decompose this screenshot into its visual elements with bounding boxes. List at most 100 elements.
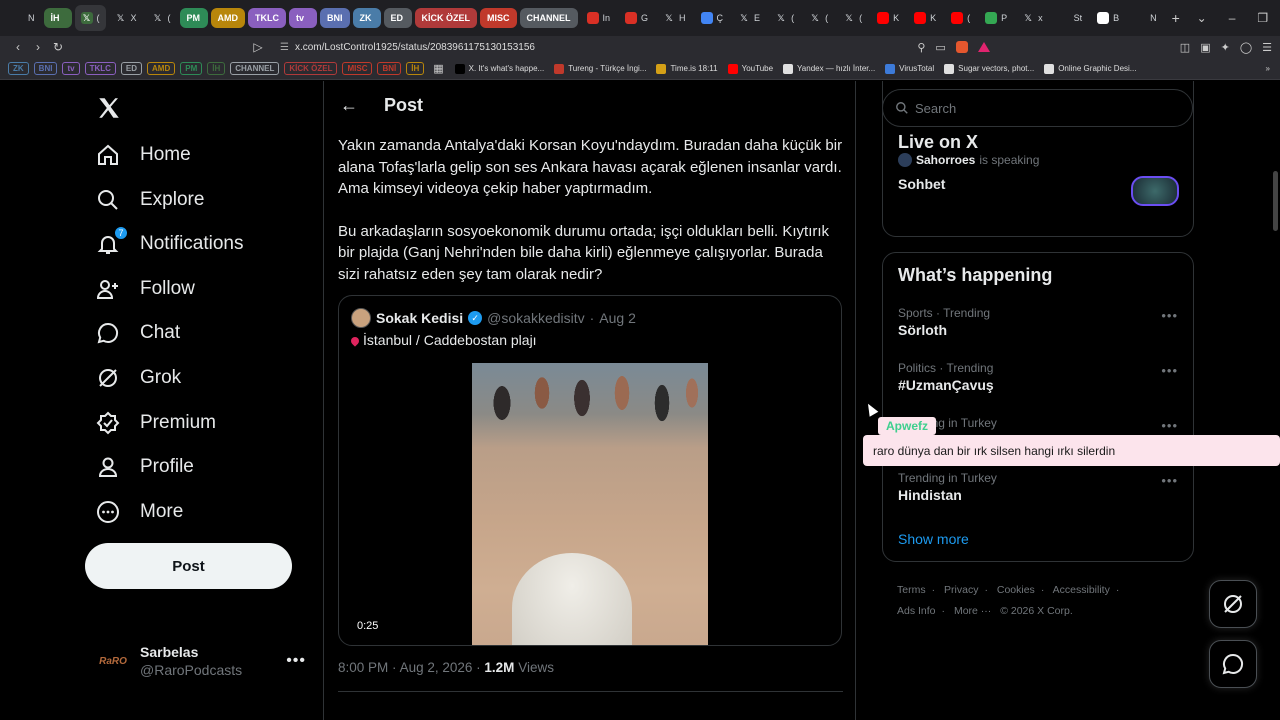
bookmark-group[interactable]: İH — [406, 62, 425, 75]
tab-group[interactable]: CHANNEL — [519, 8, 578, 28]
more-options-icon[interactable]: ••• — [286, 652, 306, 670]
footer-link-more[interactable]: More ··· — [954, 605, 991, 617]
browser-tab[interactable]: 𝕏E — [732, 5, 766, 31]
minimize-button[interactable]: – — [1229, 11, 1236, 25]
cast-icon[interactable]: ▭ — [935, 41, 945, 54]
new-tab-button[interactable]: + — [1166, 5, 1194, 31]
tab-group[interactable]: ED — [383, 8, 412, 28]
tab-group[interactable]: MISC — [480, 8, 517, 28]
bookmark-group[interactable]: MISC — [342, 62, 373, 75]
browser-tab[interactable]: P — [979, 5, 1013, 31]
nav-item-explore[interactable]: Explore — [96, 180, 204, 220]
vpn-icon[interactable]: ◯ — [1240, 41, 1252, 54]
bookmark-item[interactable]: VirusTotal — [885, 63, 934, 74]
nav-item-follow[interactable]: Follow — [96, 269, 195, 309]
tab-group[interactable]: tv — [289, 8, 318, 28]
post-time[interactable]: 8:00 PM — [338, 660, 388, 675]
bookmark-item[interactable]: Yandex — hızlı İnter... — [783, 63, 875, 74]
url-field[interactable]: x.com/LostControl1925/status/20839611751… — [295, 42, 535, 53]
trend-more-icon[interactable]: ••• — [1161, 308, 1178, 323]
tab-group[interactable]: PM — [179, 8, 208, 28]
post-date[interactable]: Aug 2, 2026 — [400, 660, 473, 675]
quoted-post-date[interactable]: Aug 2 — [599, 310, 636, 326]
zoom-icon[interactable]: ⚲ — [917, 41, 925, 54]
back-arrow-icon[interactable]: ← — [340, 95, 358, 116]
browser-tab[interactable]: K — [871, 5, 905, 31]
bookmark-group[interactable]: tv — [62, 62, 80, 75]
avatar[interactable] — [351, 308, 371, 328]
account-switcher[interactable]: RaRO Sarbelas @RaroPodcasts ••• — [96, 641, 306, 681]
back-icon[interactable]: ‹ — [8, 40, 28, 54]
bookmark-item[interactable]: Tureng - Türkçe İngi... — [554, 63, 646, 74]
nav-item-notifications[interactable]: 7 Notifications — [96, 224, 244, 264]
trend-more-icon[interactable]: ••• — [1161, 418, 1178, 433]
quoted-author-handle[interactable]: @sokakkedisitv — [487, 310, 584, 326]
x-logo-icon[interactable] — [96, 95, 122, 128]
bookmark-item[interactable]: Sugar vectors, phot... — [944, 63, 1034, 74]
reload-icon[interactable]: ↻ — [48, 40, 68, 54]
browser-tab[interactable]: In — [581, 5, 617, 31]
bookmark-group[interactable]: BNİ — [377, 62, 402, 75]
show-more-link[interactable]: Show more — [898, 531, 969, 547]
bookmark-item[interactable]: X. It's what's happe... — [454, 63, 544, 74]
space-title[interactable]: Sohbet — [898, 176, 945, 192]
space-avatar[interactable] — [1131, 176, 1179, 206]
browser-tab[interactable]: B — [1091, 5, 1125, 31]
bookmark-group[interactable]: KİCK ÖZEL — [284, 62, 338, 75]
nav-item-chat[interactable]: Chat — [96, 313, 180, 353]
bookmark-item[interactable]: YouTube — [727, 63, 773, 74]
forward-icon[interactable]: › — [28, 40, 48, 54]
grok-button[interactable] — [1209, 580, 1257, 628]
quoted-post[interactable]: Sokak Kedisi ✓ @sokakkedisitv · Aug 2 İs… — [338, 295, 842, 646]
browser-tab[interactable]: G — [619, 5, 654, 31]
tab-group[interactable]: TKLC — [248, 8, 287, 28]
tab-group[interactable]: ZK — [352, 8, 381, 28]
messages-button[interactable] — [1209, 640, 1257, 688]
browser-tab[interactable]: St — [1052, 5, 1089, 31]
quoted-author-name[interactable]: Sokak Kedisi — [376, 310, 463, 326]
footer-link-cookies[interactable]: Cookies — [997, 584, 1035, 596]
bookmarks-overflow-icon[interactable]: » — [1266, 64, 1280, 73]
bookmark-group[interactable]: AMD — [147, 62, 176, 75]
menu-icon[interactable]: ☰ — [1262, 41, 1272, 54]
browser-tab[interactable]: ( — [945, 5, 976, 31]
browser-tab[interactable]: 𝕏X — [109, 5, 143, 31]
footer-link-privacy[interactable]: Privacy — [944, 584, 978, 596]
bookmark-group[interactable]: BNI — [33, 62, 58, 75]
browser-tab[interactable]: Ç — [695, 5, 730, 31]
nav-item-premium[interactable]: Premium — [96, 403, 216, 443]
browser-tab[interactable]: 𝕏( — [146, 5, 177, 31]
browser-tab[interactable]: 𝕏( — [803, 5, 834, 31]
bookmark-group[interactable]: ZK — [8, 62, 29, 75]
bookmark-group[interactable]: İH — [207, 62, 226, 75]
bookmark-group[interactable]: ED — [120, 62, 143, 75]
footer-link-accessibility[interactable]: Accessibility — [1053, 584, 1110, 596]
footer-link-ads-info[interactable]: Ads Info — [897, 605, 936, 617]
nav-item-more[interactable]: More — [96, 492, 183, 532]
search-input[interactable]: Search — [882, 89, 1193, 127]
sidebar-toggle-icon[interactable]: ◫ — [1180, 41, 1190, 54]
bookmark-item[interactable]: Time.is 18:11 — [656, 63, 718, 74]
trend-item[interactable]: Trending in Turkey Hindistan ••• — [898, 471, 1178, 503]
tab-search-button[interactable]: ⌄ — [1197, 11, 1207, 25]
tab-group[interactable]: KİCK ÖZEL — [414, 8, 478, 28]
bookmark-icon[interactable]: ▷ — [248, 40, 268, 54]
browser-tab[interactable]: N — [1128, 5, 1163, 31]
brave-rewards-icon[interactable] — [977, 42, 990, 52]
bookmark-group[interactable]: PM — [180, 62, 203, 75]
bookmark-group[interactable]: CHANNEL — [230, 62, 280, 75]
apps-grid-icon[interactable]: ▦ — [433, 62, 443, 75]
bookmark-item[interactable]: Online Graphic Desi... — [1044, 63, 1136, 74]
trend-more-icon[interactable]: ••• — [1161, 363, 1178, 378]
brave-shield-icon[interactable] — [955, 41, 968, 53]
tab-group[interactable]: İH — [43, 8, 72, 28]
trend-item[interactable]: Sports · Trending Sörloth ••• — [898, 306, 1178, 338]
video-player[interactable] — [472, 363, 708, 645]
nav-item-profile[interactable]: Profile — [96, 447, 194, 487]
browser-tab[interactable]: 𝕏( — [837, 5, 868, 31]
bookmark-group[interactable]: TKLC — [84, 62, 116, 75]
trend-item[interactable]: Trending in Turkey ••• — [898, 416, 1178, 433]
nav-item-grok[interactable]: Grok — [96, 358, 181, 398]
tab-group[interactable]: BNI — [320, 8, 350, 28]
nav-item-home[interactable]: Home — [96, 135, 191, 175]
